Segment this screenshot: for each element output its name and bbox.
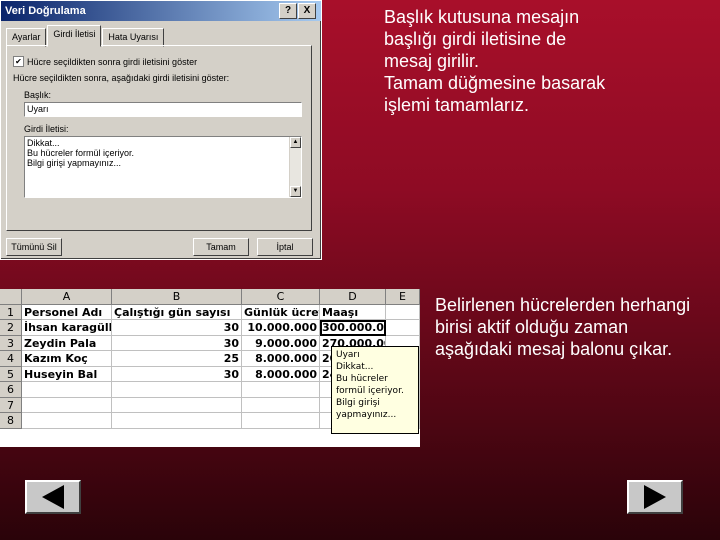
- cancel-button[interactable]: İptal: [257, 238, 313, 256]
- cell[interactable]: [22, 413, 112, 429]
- close-button[interactable]: X: [298, 3, 316, 19]
- active-cell[interactable]: 300.000.000: [320, 320, 386, 336]
- title-input[interactable]: Uyarı: [24, 102, 302, 117]
- column-header[interactable]: B: [112, 289, 242, 305]
- dialog-title: Veri Doğrulama: [5, 5, 86, 17]
- cell[interactable]: 10.000.000: [242, 320, 320, 336]
- slide-text-top: Başlık kutusuna mesajın başlığı girdi il…: [384, 6, 614, 116]
- input-message-panel: ✔ Hücre seçildikten sonra girdi iletisin…: [6, 45, 312, 231]
- cell[interactable]: Zeydin Pala: [22, 335, 112, 351]
- row-number[interactable]: 7: [0, 397, 22, 413]
- scroll-up-icon[interactable]: ▲: [290, 137, 301, 148]
- cell[interactable]: [386, 320, 420, 336]
- cell[interactable]: İhsan karagülle: [22, 320, 112, 336]
- show-message-label: Hücre seçildikten sonra girdi iletisini …: [27, 56, 198, 67]
- cell[interactable]: 30: [112, 320, 242, 336]
- tab-input-message[interactable]: Girdi İletisi: [47, 25, 102, 47]
- cell[interactable]: [242, 413, 320, 429]
- tooltip-line: Dikkat...: [336, 362, 374, 372]
- tooltip-line: Bu hücreler formül içeriyor.: [336, 374, 404, 396]
- cell[interactable]: [386, 304, 420, 320]
- ok-button[interactable]: Tamam: [193, 238, 249, 256]
- dialog-titlebar: Veri Doğrulama ? X: [1, 1, 321, 21]
- cell[interactable]: [22, 397, 112, 413]
- message-field-label: Girdi İletisi:: [24, 124, 69, 134]
- row-number[interactable]: 6: [0, 382, 22, 398]
- title-field-label: Başlık:: [24, 90, 52, 100]
- cell[interactable]: [242, 397, 320, 413]
- slide-paragraph: Tamam düğmesine basarak işlemi tamamları…: [384, 73, 606, 115]
- corner-cell[interactable]: [0, 289, 22, 305]
- show-message-checkbox-row[interactable]: ✔ Hücre seçildikten sonra girdi iletisin…: [13, 56, 197, 67]
- section-label: Hücre seçildikten sonra, aşağıdaki girdi…: [13, 73, 230, 83]
- message-line: Dikkat...: [27, 138, 60, 148]
- clear-all-button[interactable]: Tümünü Sil: [6, 238, 62, 256]
- row-number[interactable]: 1: [0, 304, 22, 320]
- table-row: 2 İhsan karagülle 30 10.000.000 300.000.…: [0, 320, 420, 336]
- message-line: Bilgi girişi yapmayınız...: [27, 158, 122, 168]
- cell[interactable]: 30: [112, 335, 242, 351]
- row-number[interactable]: 4: [0, 351, 22, 367]
- triangle-left-icon: [42, 485, 64, 509]
- cell[interactable]: Çalıştığı gün sayısı: [112, 304, 242, 320]
- scroll-down-icon[interactable]: ▼: [290, 186, 301, 197]
- cell[interactable]: [112, 413, 242, 429]
- cell[interactable]: [112, 382, 242, 398]
- cell[interactable]: 25: [112, 351, 242, 367]
- column-header[interactable]: C: [242, 289, 320, 305]
- cell[interactable]: [242, 382, 320, 398]
- column-header[interactable]: A: [22, 289, 112, 305]
- column-header[interactable]: D: [320, 289, 386, 305]
- row-number[interactable]: 3: [0, 335, 22, 351]
- cell[interactable]: 8.000.000: [242, 351, 320, 367]
- data-validation-dialog: Veri Doğrulama ? X Ayarlar Girdi İletisi…: [0, 0, 322, 260]
- message-textarea[interactable]: Dikkat... Bu hücreler formül içeriyor. B…: [24, 136, 302, 198]
- tooltip-title: Uyarı: [336, 350, 360, 360]
- cell[interactable]: Personel Adı: [22, 304, 112, 320]
- row-number[interactable]: 5: [0, 366, 22, 382]
- cell[interactable]: Kazım Koç: [22, 351, 112, 367]
- tooltip-line: Bilgi girişi yapmayınız...: [336, 398, 397, 420]
- show-message-checkbox[interactable]: ✔: [13, 56, 24, 67]
- cell[interactable]: 8.000.000: [242, 366, 320, 382]
- cell[interactable]: Maaşı: [320, 304, 386, 320]
- cell[interactable]: Huseyin Bal: [22, 366, 112, 382]
- message-scrollbar[interactable]: ▲ ▼: [289, 137, 301, 197]
- row-number[interactable]: 2: [0, 320, 22, 336]
- help-button[interactable]: ?: [279, 3, 297, 19]
- triangle-right-icon: [644, 485, 666, 509]
- slide-paragraph: Başlık kutusuna mesajın başlığı girdi il…: [384, 7, 580, 71]
- column-header[interactable]: E: [386, 289, 420, 305]
- cell[interactable]: [22, 382, 112, 398]
- cell[interactable]: 30: [112, 366, 242, 382]
- slide-text-bottom: Belirlenen hücrelerden herhangi birisi a…: [435, 295, 691, 359]
- cell[interactable]: 9.000.000: [242, 335, 320, 351]
- cell[interactable]: Günlük ücreti: [242, 304, 320, 320]
- column-header-row: A B C D E: [0, 289, 420, 305]
- previous-slide-button[interactable]: [25, 480, 81, 514]
- next-slide-button[interactable]: [627, 480, 683, 514]
- row-number[interactable]: 8: [0, 413, 22, 429]
- cell[interactable]: [112, 397, 242, 413]
- input-message-tooltip: Uyarı Dikkat... Bu hücreler formül içeri…: [331, 346, 419, 434]
- table-row: 1 Personel Adı Çalıştığı gün sayısı Günl…: [0, 304, 420, 320]
- message-line: Bu hücreler formül içeriyor.: [27, 148, 135, 158]
